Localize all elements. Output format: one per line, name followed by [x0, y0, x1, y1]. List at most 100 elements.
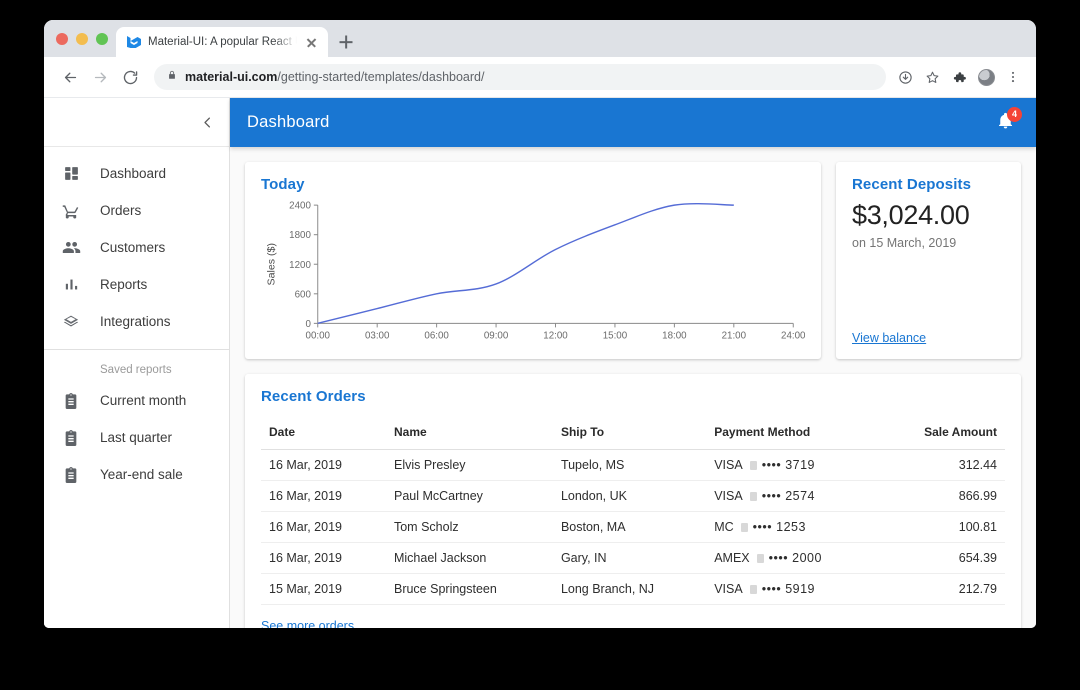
orders-table-header-row: Date Name Ship To Payment Method Sale Amount — [261, 419, 1005, 450]
order-ship-to: Gary, IN — [552, 542, 707, 574]
sidebar-item-label: Customers — [100, 240, 166, 255]
reload-icon[interactable] — [116, 63, 144, 91]
sidebar-drawer: Dashboard Orders Customers Reports Integ… — [44, 98, 230, 628]
y-axis-tick-label: 600 — [295, 289, 312, 300]
x-axis-tick-label: 03:00 — [365, 330, 390, 341]
browser-tab[interactable]: Material-UI: A popular React U — [116, 27, 328, 57]
orders-column-header: Payment Method — [706, 419, 881, 450]
sidebar-item-year-end-sale[interactable]: Year-end sale — [44, 456, 229, 493]
drawer-header — [44, 98, 229, 147]
sidebar-item-label: Year-end sale — [100, 467, 183, 482]
assignment-icon — [60, 429, 82, 446]
profile-avatar[interactable] — [977, 68, 995, 86]
address-bar[interactable]: material-ui.com/getting-started/template… — [154, 64, 886, 90]
sidebar-item-label: Dashboard — [100, 166, 167, 181]
card-masked-digits: •••• 5919 — [761, 582, 816, 596]
extensions-icon[interactable] — [950, 68, 968, 86]
card-masked-digits: •••• 3719 — [761, 458, 816, 472]
main-area: Dashboard 4 Today 0 600 1200 1800 2400 00:00 0… — [230, 98, 1036, 628]
order-ship-to: Tupelo, MS — [552, 449, 707, 481]
bar-chart-icon — [60, 276, 82, 293]
x-axis-tick-label: 12:00 — [543, 330, 568, 341]
card-masked-digits: •••• 2000 — [768, 551, 822, 565]
order-payment-method: VISA •••• 2574 — [706, 480, 881, 512]
y-axis-tick-label: 2400 — [289, 201, 311, 212]
sidebar-item-reports[interactable]: Reports — [44, 266, 229, 303]
new-tab-button[interactable] — [332, 27, 360, 57]
x-axis-tick-label: 24:00 — [781, 330, 805, 341]
sidebar-item-label: Current month — [100, 393, 187, 408]
browser-window: Material-UI: A popular React U material-… — [44, 20, 1036, 628]
sidebar-caption-saved-reports: Saved reports — [100, 364, 172, 376]
deposits-title: Recent Deposits — [852, 176, 972, 193]
close-tab-icon[interactable] — [304, 35, 319, 50]
orders-column-header: Date — [261, 419, 386, 450]
table-row[interactable]: 15 Mar, 2019 Bruce Springsteen Long Branch… — [261, 573, 1005, 605]
sidebar-nav: Dashboard Orders Customers Reports Integ… — [44, 147, 229, 493]
recent-orders-card: Recent Orders Date Name Ship To Payment Met… — [245, 374, 1021, 628]
x-axis-tick-label: 09:00 — [484, 330, 509, 341]
card-brand-icon — [749, 460, 757, 470]
x-axis-tick-label: 15:00 — [603, 330, 628, 341]
sidebar-item-last-quarter[interactable]: Last quarter — [44, 419, 229, 456]
table-row[interactable]: 16 Mar, 2019 Elvis Presley Tupelo, MS VISA •… — [261, 449, 1005, 481]
order-name: Bruce Springsteen — [385, 573, 553, 605]
url-domain: material-ui.com — [185, 70, 278, 84]
sidebar-item-dashboard[interactable]: Dashboard — [44, 155, 229, 192]
table-row[interactable]: 16 Mar, 2019 Paul McCartney London, UK VISA… — [261, 480, 1005, 512]
install-icon[interactable] — [896, 68, 914, 86]
minimize-window-button[interactable] — [76, 32, 88, 45]
order-sale-amount: 100.81 — [880, 511, 1005, 543]
y-axis-tick-label: 0 — [305, 319, 311, 330]
order-ship-to: Boston, MA — [552, 511, 707, 543]
window-controls — [54, 20, 116, 57]
chart-line-series — [317, 202, 734, 325]
shopping-cart-icon — [60, 202, 82, 220]
order-date: 15 Mar, 2019 — [261, 573, 386, 605]
close-window-button[interactable] — [56, 32, 68, 45]
chart-title: Today — [261, 176, 305, 193]
orders-column-header: Sale Amount — [880, 419, 1005, 450]
deposits-date: on 15 March, 2019 — [852, 236, 957, 250]
x-axis-tick-label: 21:00 — [722, 330, 747, 341]
sidebar-item-customers[interactable]: Customers — [44, 229, 229, 266]
sidebar-item-current-month[interactable]: Current month — [44, 382, 229, 419]
see-more-orders-link[interactable]: See more orders — [261, 619, 354, 628]
order-sale-amount: 212.79 — [880, 573, 1005, 605]
table-row[interactable]: 16 Mar, 2019 Michael Jackson Gary, IN AMEX •… — [261, 542, 1005, 574]
browser-tab-strip: Material-UI: A popular React U — [44, 20, 1036, 57]
table-row[interactable]: 16 Mar, 2019 Tom Scholz Boston, MA MC •••• 1… — [261, 511, 1005, 543]
forward-arrow-icon[interactable] — [86, 63, 114, 91]
view-balance-link[interactable]: View balance — [852, 331, 1005, 345]
today-chart-card: Today 0 600 1200 1800 2400 00:00 03:00 06:00 09:… — [245, 162, 821, 359]
bookmark-star-icon[interactable] — [923, 68, 941, 86]
card-brand-icon — [749, 491, 757, 501]
app-bar: Dashboard 4 — [230, 98, 1036, 147]
browser-tab-title: Material-UI: A popular React U — [148, 36, 297, 48]
card-brand-icon — [740, 522, 748, 532]
notifications-button[interactable]: 4 — [991, 106, 1022, 137]
orders-table: Date Name Ship To Payment Method Sale Amount… — [261, 419, 1005, 605]
card-brand: AMEX — [714, 551, 750, 565]
card-brand-icon — [749, 584, 757, 594]
y-axis-tick-label: 1800 — [289, 230, 311, 241]
back-arrow-icon[interactable] — [56, 63, 84, 91]
order-name: Paul McCartney — [385, 480, 553, 512]
sidebar-item-orders[interactable]: Orders — [44, 192, 229, 229]
sidebar-item-integrations[interactable]: Integrations — [44, 303, 229, 340]
order-sale-amount: 654.39 — [880, 542, 1005, 574]
order-name: Michael Jackson — [385, 542, 553, 574]
more-menu-icon[interactable] — [1004, 68, 1022, 86]
chevron-left-icon[interactable] — [195, 110, 219, 134]
card-masked-digits: •••• 1253 — [752, 520, 806, 534]
order-payment-method: MC •••• 1253 — [706, 511, 881, 543]
assignment-icon — [60, 466, 82, 483]
order-payment-method: VISA •••• 5919 — [706, 573, 881, 605]
top-row: Today 0 600 1200 1800 2400 00:00 03:00 06:00 09:… — [245, 162, 1021, 359]
maximize-window-button[interactable] — [96, 32, 108, 45]
order-name: Elvis Presley — [385, 449, 553, 481]
layers-icon — [60, 313, 82, 331]
order-ship-to: London, UK — [552, 480, 707, 512]
address-bar-url: material-ui.com/getting-started/template… — [185, 70, 484, 84]
dashboard-content: Today 0 600 1200 1800 2400 00:00 03:00 06:00 09:… — [230, 147, 1036, 628]
